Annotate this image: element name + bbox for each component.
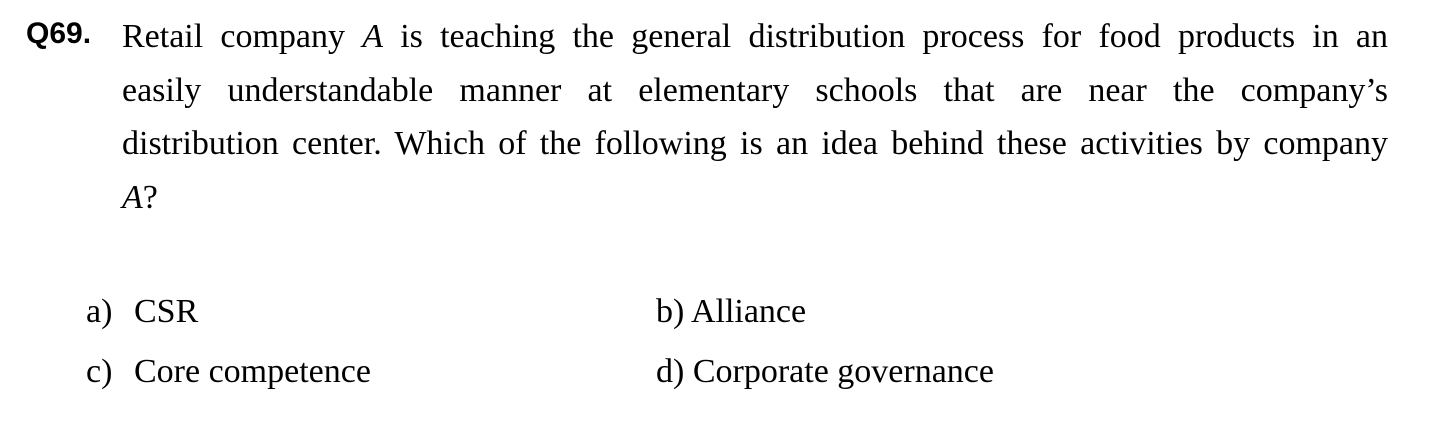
option-a[interactable]: a) CSR	[86, 292, 198, 332]
option-text: Core competence	[134, 353, 371, 390]
option-c[interactable]: c) Core competence	[86, 352, 371, 392]
option-letter: d)	[656, 353, 685, 390]
option-letter: a)	[86, 293, 113, 330]
option-d[interactable]: d) Corporate governance	[656, 352, 994, 392]
option-b[interactable]: b) Alliance	[656, 292, 806, 332]
answer-options: a) CSR b) Alliance c) Core competence d) C…	[0, 0, 1450, 424]
option-text: Corporate governance	[692, 353, 994, 390]
option-text: CSR	[134, 293, 199, 330]
option-letter: c)	[86, 353, 113, 390]
option-text: Alliance	[690, 293, 807, 330]
option-letter: b)	[656, 293, 685, 330]
